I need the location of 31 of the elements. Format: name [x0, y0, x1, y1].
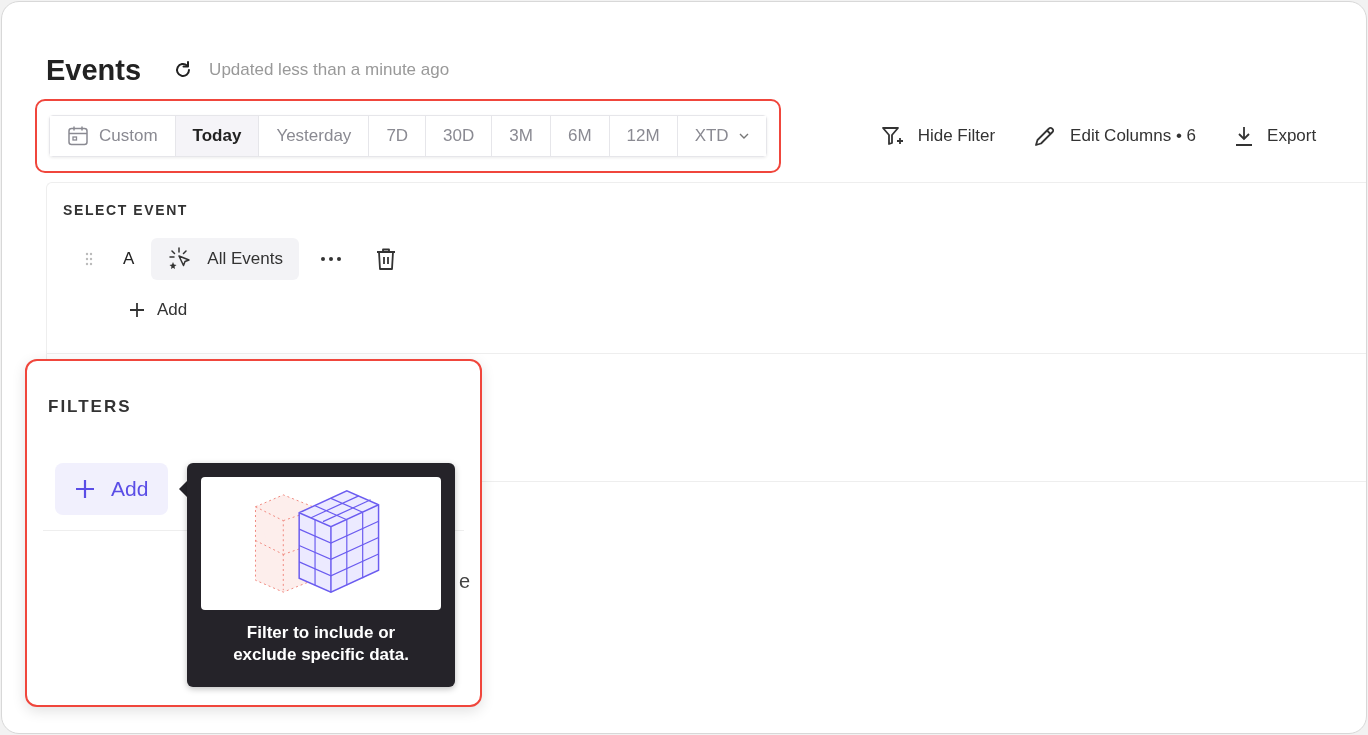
- section-heading: SELECT EVENT: [63, 201, 189, 218]
- calendar-icon: [67, 125, 89, 147]
- toolbar-action[interactable]: Edit Columns • 6: [1033, 124, 1197, 148]
- chevron-down-icon: [738, 133, 749, 139]
- date-range-option[interactable]: XTD: [677, 116, 766, 156]
- toolbar-action[interactable]: Export: [1234, 124, 1317, 148]
- drag-handle-icon[interactable]: [85, 252, 93, 266]
- date-range-option[interactable]: Today: [175, 116, 260, 156]
- more-icon[interactable]: [320, 257, 341, 261]
- date-range-option[interactable]: 7D: [369, 116, 427, 156]
- download-icon: [1234, 125, 1255, 147]
- page-title: Events: [46, 53, 142, 87]
- date-range-option[interactable]: 30D: [426, 116, 493, 156]
- trash-icon[interactable]: [374, 247, 397, 271]
- section-heading: FILTERS: [48, 397, 132, 417]
- date-range-option[interactable]: 12M: [609, 116, 678, 156]
- add-filter-button[interactable]: Add: [55, 463, 169, 515]
- plus-icon: [129, 302, 145, 318]
- event-letter: A: [123, 249, 135, 269]
- event-selector[interactable]: All Events: [151, 238, 299, 280]
- date-range-option[interactable]: 6M: [550, 116, 610, 156]
- plus-icon: [75, 479, 95, 499]
- add-event-button[interactable]: Add: [129, 300, 188, 320]
- partial-text: e: [459, 570, 471, 593]
- update-status: Updated less than a minute ago: [209, 60, 450, 80]
- date-range-option[interactable]: Yesterday: [259, 116, 370, 156]
- toolbar-action[interactable]: Hide Filter: [880, 124, 996, 148]
- date-range-option[interactable]: 3M: [492, 116, 551, 156]
- date-range-option[interactable]: Custom: [50, 116, 176, 156]
- filter-plus-icon: [880, 125, 905, 147]
- tooltip-text: Filter to include or exclude specific data.: [232, 622, 410, 666]
